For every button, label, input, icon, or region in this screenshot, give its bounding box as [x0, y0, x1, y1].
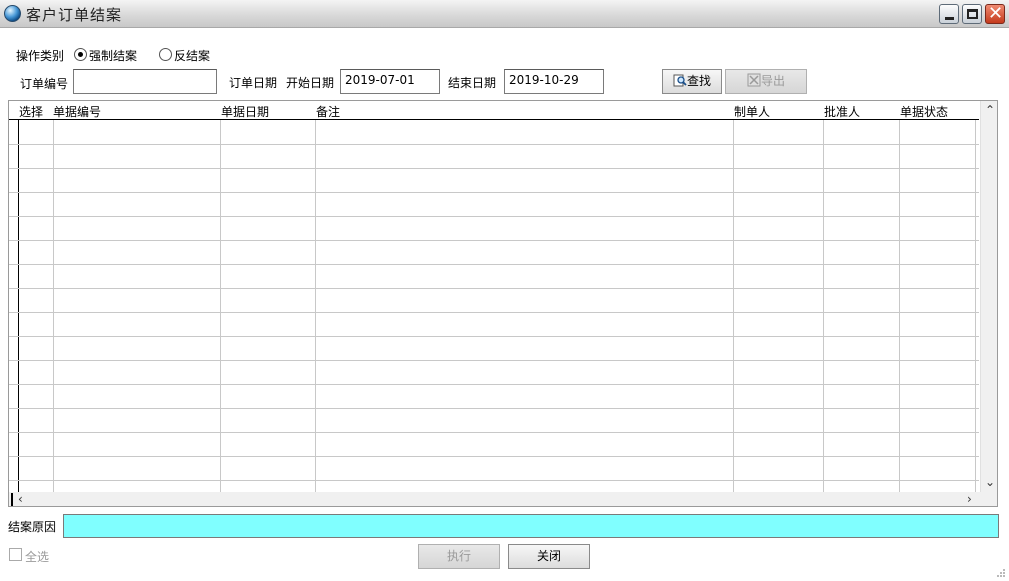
radio-force-close-label[interactable]: 强制结案	[89, 47, 137, 64]
start-date-label: 开始日期	[286, 76, 335, 90]
grid-column-status	[900, 101, 976, 492]
order-no-label: 订单编号	[20, 77, 69, 91]
grid-row-indicator-column	[9, 101, 19, 492]
globe-icon	[4, 5, 21, 22]
maximize-icon	[967, 9, 978, 19]
grid-column-approver	[824, 101, 900, 492]
table-row	[9, 408, 979, 409]
export-button[interactable]: 导出	[725, 69, 807, 94]
window-title: 客户订单结案	[26, 6, 123, 24]
end-date-label: 结束日期	[448, 76, 497, 90]
row-cursor-marker	[11, 493, 13, 506]
grid-column-select	[19, 101, 54, 492]
search-icon	[673, 74, 687, 87]
minimize-icon	[945, 17, 954, 20]
table-row	[9, 264, 979, 265]
grid-column-bill-date	[221, 101, 316, 492]
radio-reverse-close[interactable]	[159, 48, 172, 61]
table-row	[9, 360, 979, 361]
operation-type-label: 操作类别	[16, 49, 65, 63]
search-button[interactable]: 查找	[662, 69, 722, 94]
grid-header-creator[interactable]: 制单人	[734, 103, 770, 120]
select-all-label[interactable]: 全选	[25, 548, 49, 565]
scroll-right-icon[interactable]: ›	[967, 492, 972, 506]
close-button[interactable]: 关闭	[508, 544, 590, 569]
grid-header-remark[interactable]: 备注	[316, 103, 340, 120]
grid-header-status[interactable]: 单据状态	[900, 103, 948, 120]
grid-column-remark	[316, 101, 734, 492]
radio-reverse-close-label[interactable]: 反结案	[174, 47, 210, 64]
close-reason-label: 结案原因	[8, 520, 57, 534]
export-button-label: 导出	[760, 74, 785, 88]
table-row	[9, 432, 979, 433]
scroll-left-icon[interactable]: ‹	[18, 492, 23, 506]
grid-header-select[interactable]: 选择	[19, 103, 43, 120]
table-row	[9, 240, 979, 241]
order-date-label: 订单日期	[229, 76, 278, 90]
grid-column-creator	[734, 101, 824, 492]
end-date-input[interactable]: 2019-10-29	[504, 69, 604, 94]
table-row	[9, 168, 979, 169]
order-no-input[interactable]	[73, 69, 217, 94]
close-window-button[interactable]: ✕	[985, 3, 1005, 24]
grid-header-bill-no[interactable]: 单据编号	[53, 103, 101, 120]
title-bar: 客户订单结案 ✕	[0, 0, 1009, 28]
horizontal-scrollbar[interactable]: ‹ ›	[9, 492, 997, 506]
grid-column-bill-no	[54, 101, 221, 492]
table-row	[9, 384, 979, 385]
grid-header-bill-date[interactable]: 单据日期	[221, 103, 269, 120]
start-date-input[interactable]: 2019-07-01	[340, 69, 440, 94]
table-row	[9, 216, 979, 217]
table-row	[9, 312, 979, 313]
scroll-down-icon[interactable]: ⌄	[985, 475, 995, 489]
table-row	[9, 144, 979, 145]
grid-header: 选择 单据编号 单据日期 备注 制单人 批准人 单据状态	[9, 101, 979, 120]
resize-grip-icon[interactable]	[996, 568, 1006, 578]
radio-force-close[interactable]	[74, 48, 87, 61]
select-all-checkbox[interactable]	[9, 548, 22, 561]
search-button-label: 查找	[686, 74, 711, 88]
vertical-scrollbar[interactable]: ⌃ ⌄	[980, 101, 997, 492]
close-reason-input[interactable]	[63, 514, 999, 538]
orders-grid[interactable]: 选择 单据编号 单据日期 备注 制单人 批准人 单据状态 ⌃ ⌄ ‹ ›	[8, 100, 998, 507]
scroll-up-icon[interactable]: ⌃	[985, 103, 995, 117]
close-icon: ✕	[988, 3, 1004, 24]
minimize-button[interactable]	[939, 4, 959, 24]
table-row	[9, 456, 979, 457]
grid-header-approver[interactable]: 批准人	[824, 103, 860, 120]
export-icon	[747, 73, 761, 87]
maximize-button[interactable]	[962, 4, 982, 24]
table-row	[9, 480, 979, 481]
table-row	[9, 288, 979, 289]
execute-button[interactable]: 执行	[418, 544, 500, 569]
table-row	[9, 336, 979, 337]
table-row	[9, 192, 979, 193]
